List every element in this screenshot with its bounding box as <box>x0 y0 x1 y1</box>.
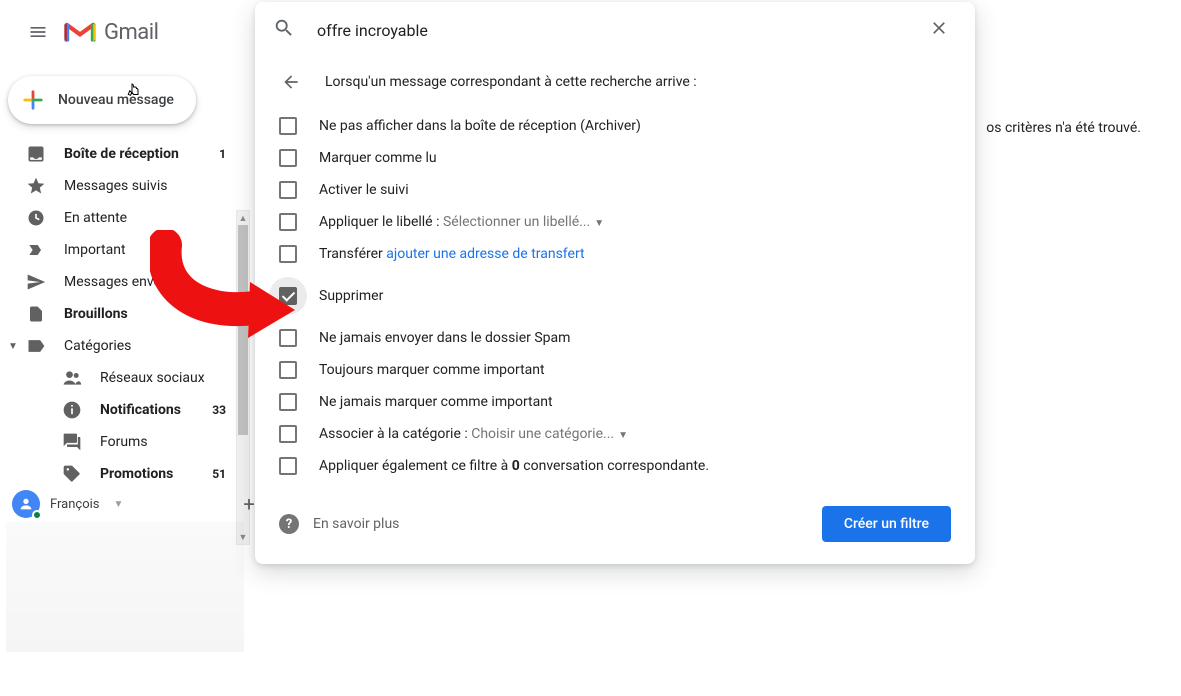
important-icon <box>26 240 46 260</box>
search-input[interactable] <box>317 21 899 40</box>
app-name: Gmail <box>104 20 158 45</box>
create-filter-button[interactable]: Créer un filtre <box>822 506 951 542</box>
opt-delete: Supprimer <box>319 288 383 304</box>
sidebar-item-drafts[interactable]: Brouillons <box>0 298 238 330</box>
compose-label: Nouveau message <box>58 92 174 108</box>
opt-forward: Transférer ajouter une adresse de transf… <box>319 246 585 262</box>
sidebar-item-sent[interactable]: Messages envoyés <box>0 266 238 298</box>
people-icon <box>62 368 82 388</box>
checkbox-delete[interactable] <box>279 287 297 305</box>
opt-star: Activer le suivi <box>319 182 409 198</box>
no-results-message: os critères n'a été trouvé. <box>986 120 1141 136</box>
checkbox-always-important[interactable] <box>279 361 297 379</box>
opt-skip-inbox: Ne pas afficher dans la boîte de récepti… <box>319 118 641 134</box>
sidebar-item-starred[interactable]: Messages suivis <box>0 170 238 202</box>
chevron-down-icon[interactable]: ▼ <box>114 499 124 510</box>
hangouts-user-name: François <box>50 497 100 512</box>
presence-indicator <box>32 510 42 520</box>
opt-categorize: Associer à la catégorie : Choisir une ca… <box>319 426 628 442</box>
checkbox-mark-read[interactable] <box>279 149 297 167</box>
opt-never-important: Ne jamais marquer comme important <box>319 394 553 410</box>
chevron-down-icon: ▼ <box>4 341 22 352</box>
opt-always-important: Toujours marquer comme important <box>319 362 545 378</box>
main-menu-button[interactable] <box>16 10 60 54</box>
star-icon <box>26 176 46 196</box>
inbox-icon <box>26 144 46 164</box>
label-icon <box>26 336 46 356</box>
sidebar-item-inbox[interactable]: Boîte de réception 1 <box>0 138 238 170</box>
opt-mark-read: Marquer comme lu <box>319 150 437 166</box>
help-icon: ? <box>279 514 299 534</box>
sidebar-category-updates[interactable]: Notifications 33 <box>48 394 238 426</box>
checkbox-also-apply[interactable] <box>279 457 297 475</box>
scroll-thumb[interactable] <box>238 225 248 435</box>
checkbox-star[interactable] <box>279 181 297 199</box>
learn-more-link[interactable]: ? En savoir plus <box>279 514 399 534</box>
clear-search-button[interactable] <box>921 10 957 50</box>
checkbox-delete-ring <box>269 277 307 315</box>
tag-icon <box>62 464 82 484</box>
checkbox-skip-inbox[interactable] <box>279 117 297 135</box>
category-dropdown[interactable]: Choisir une catégorie...▼ <box>471 426 628 442</box>
add-forward-address-link[interactable]: ajouter une adresse de transfert <box>386 246 584 262</box>
checkbox-apply-label[interactable] <box>279 213 297 231</box>
filter-panel: Lorsqu'un message correspondant à cette … <box>255 2 975 564</box>
info-icon <box>62 400 82 420</box>
opt-apply-label: Appliquer le libellé : Sélectionner un l… <box>319 214 604 230</box>
hangouts-user-row[interactable]: François ▼ + <box>12 490 255 518</box>
compose-button[interactable]: Nouveau message <box>8 76 196 124</box>
drafts-icon <box>26 304 46 324</box>
send-icon <box>26 272 46 292</box>
scroll-up-icon[interactable]: ▲ <box>237 211 249 225</box>
checkbox-never-important[interactable] <box>279 393 297 411</box>
sidebar-item-categories[interactable]: ▼ Catégories <box>0 330 238 362</box>
forum-icon <box>62 432 82 452</box>
filter-title: Lorsqu'un message correspondant à cette … <box>325 74 697 90</box>
clock-icon <box>26 208 46 228</box>
checkbox-never-spam[interactable] <box>279 329 297 347</box>
opt-also-apply: Appliquer également ce filtre à 0 conver… <box>319 458 709 474</box>
checkbox-forward[interactable] <box>279 245 297 263</box>
sidebar-category-promotions[interactable]: Promotions 51 <box>48 458 238 490</box>
gmail-logo[interactable]: Gmail <box>64 20 158 45</box>
back-button[interactable] <box>279 70 303 94</box>
opt-never-spam: Ne jamais envoyer dans le dossier Spam <box>319 330 570 346</box>
avatar <box>12 490 40 518</box>
checkbox-categorize[interactable] <box>279 425 297 443</box>
hangouts-new-chat-button[interactable]: + <box>243 492 254 516</box>
sidebar-item-important[interactable]: Important <box>0 234 238 266</box>
sidebar-category-forums[interactable]: Forums <box>48 426 238 458</box>
hangouts-contacts-placeholder <box>6 522 244 652</box>
sidebar-item-snoozed[interactable]: En attente <box>0 202 238 234</box>
search-icon[interactable] <box>273 17 295 43</box>
label-dropdown[interactable]: Sélectionner un libellé...▼ <box>443 214 604 230</box>
sidebar-category-social[interactable]: Réseaux sociaux <box>48 362 238 394</box>
